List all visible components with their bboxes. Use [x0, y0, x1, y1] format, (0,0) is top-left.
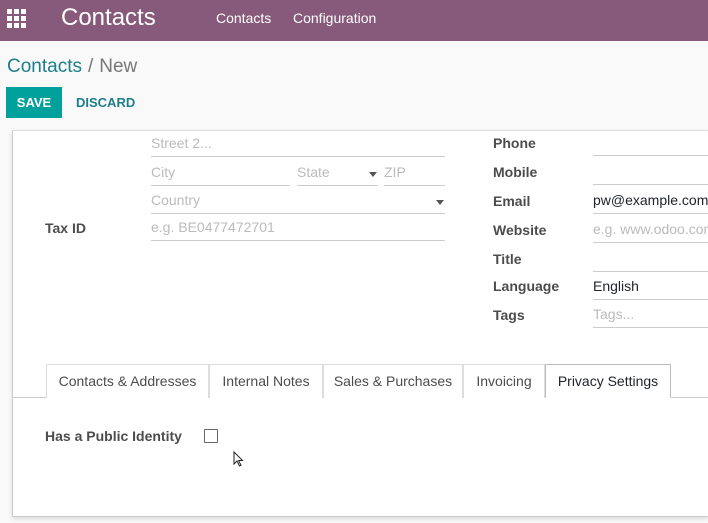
tab-invoicing[interactable]: Invoicing [463, 364, 545, 398]
tax-id-placeholder: e.g. BE0477472701 [151, 219, 275, 235]
phone-label: Phone [493, 135, 536, 151]
top-navbar: Contacts Contacts Configuration [0, 0, 708, 41]
country-select[interactable]: Country [151, 192, 445, 214]
language-value: English [593, 278, 639, 294]
title-label: Title [493, 251, 522, 267]
mobile-field[interactable] [593, 163, 708, 185]
menu-contacts[interactable]: Contacts [216, 10, 271, 26]
chevron-down-icon[interactable] [369, 172, 377, 177]
tax-id-label: Tax ID [45, 220, 86, 236]
city-field[interactable]: City [151, 164, 290, 186]
tab-sales-purchases[interactable]: Sales & Purchases [323, 364, 463, 398]
discard-button[interactable]: DISCARD [76, 95, 135, 110]
website-label: Website [493, 222, 547, 238]
grid-icon[interactable] [6, 8, 26, 28]
street2-placeholder: Street 2... [151, 135, 212, 151]
street2-field[interactable]: Street 2... [151, 135, 445, 157]
country-placeholder: Country [151, 192, 201, 208]
menu-configuration[interactable]: Configuration [293, 10, 376, 26]
email-label: Email [493, 193, 531, 209]
public-identity-label: Has a Public Identity [45, 428, 182, 444]
breadcrumb: Contacts / New [7, 56, 137, 78]
tags-label: Tags [493, 307, 525, 323]
website-field[interactable]: e.g. www.odoo.com [593, 221, 708, 243]
tags-field[interactable]: Tags... [593, 306, 708, 328]
zip-placeholder: ZIP [384, 164, 406, 180]
language-select[interactable]: English [593, 278, 708, 300]
language-label: Language [493, 278, 560, 294]
tab-contacts-addresses[interactable]: Contacts & Addresses [46, 364, 209, 398]
tax-id-field[interactable]: e.g. BE0477472701 [151, 219, 445, 241]
breadcrumb-current: New [99, 56, 138, 77]
mouse-cursor-icon [233, 451, 244, 467]
title-field[interactable] [593, 250, 708, 272]
tab-privacy-settings[interactable]: Privacy Settings [545, 364, 671, 398]
app-brand[interactable]: Contacts [61, 4, 156, 32]
save-button[interactable]: SAVE [6, 87, 62, 118]
breadcrumb-separator: / [87, 56, 94, 77]
email-field[interactable]: pw@example.com [593, 192, 708, 214]
city-placeholder: City [151, 164, 176, 180]
tags-placeholder: Tags... [593, 306, 635, 322]
email-value: pw@example.com [593, 192, 708, 208]
chevron-down-icon[interactable] [436, 200, 444, 205]
breadcrumb-contacts[interactable]: Contacts [7, 56, 82, 77]
mobile-label: Mobile [493, 164, 538, 180]
phone-field[interactable] [593, 134, 708, 156]
website-placeholder: e.g. www.odoo.com [593, 221, 708, 237]
tab-internal-notes[interactable]: Internal Notes [209, 364, 323, 398]
state-placeholder: State [297, 164, 330, 180]
zip-field[interactable]: ZIP [384, 164, 445, 186]
public-identity-checkbox[interactable] [204, 429, 218, 443]
state-select[interactable]: State [297, 164, 378, 186]
